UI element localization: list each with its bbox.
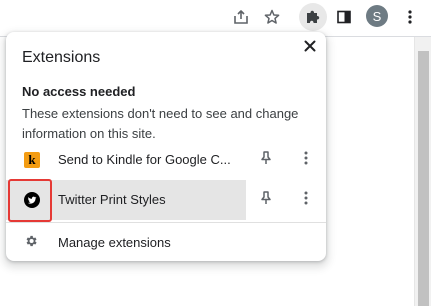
extension-row-kindle[interactable]: k Send to Kindle for Google C... (6, 140, 326, 180)
kindle-icon: k (24, 152, 40, 168)
kebab-menu-icon (402, 9, 418, 25)
more-vert-icon (303, 150, 309, 171)
star-icon (264, 9, 280, 25)
side-panel-icon (336, 9, 352, 25)
extension-name: Twitter Print Styles (58, 192, 166, 207)
more-vert-icon (303, 190, 309, 211)
page-scrollbar[interactable] (414, 37, 431, 306)
more-options-button[interactable] (296, 150, 316, 170)
bookmark-button[interactable] (258, 3, 286, 31)
popup-title: Extensions (22, 49, 101, 66)
puzzle-icon (305, 9, 321, 25)
pin-button[interactable] (256, 150, 276, 170)
section-description: These extensions don't need to see and c… (22, 106, 299, 141)
pin-icon (260, 190, 272, 210)
close-icon (304, 39, 316, 57)
browser-menu-button[interactable] (396, 3, 424, 31)
page-scrollbar-thumb[interactable] (418, 51, 429, 306)
pin-button[interactable] (256, 190, 276, 210)
side-panel-button[interactable] (330, 3, 358, 31)
extension-row-twitter-actions (246, 180, 326, 220)
kindle-icon-letter: k (28, 152, 36, 167)
share-icon (233, 9, 249, 25)
manage-extensions-label: Manage extensions (58, 235, 171, 250)
close-button[interactable] (298, 36, 322, 60)
share-button[interactable] (227, 3, 255, 31)
highlight-box (8, 179, 52, 222)
manage-extensions-button[interactable]: Manage extensions (6, 223, 326, 261)
extensions-popup: Extensions No access needed These extens… (6, 32, 326, 261)
extensions-button[interactable] (299, 3, 327, 31)
profile-avatar[interactable]: S (366, 5, 388, 27)
section-heading: No access needed (22, 84, 136, 99)
gear-icon (24, 234, 38, 253)
profile-initial: S (372, 8, 382, 24)
extension-name: Send to Kindle for Google C... (58, 152, 231, 167)
more-options-button[interactable] (296, 190, 316, 210)
pin-icon (260, 150, 272, 170)
